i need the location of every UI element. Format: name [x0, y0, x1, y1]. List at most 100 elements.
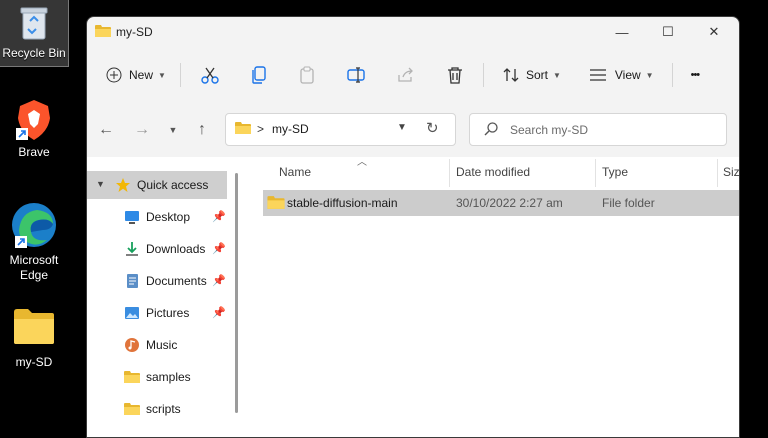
rename-button[interactable] [341, 59, 371, 91]
chevron-down-icon: ▼ [645, 70, 654, 80]
address-bar[interactable]: > my-SD ▼ ↻ [225, 113, 456, 146]
back-arrow-icon[interactable]: ← [95, 119, 117, 141]
content-area: ▼ Quick access Desktop 📌 Downloads 📌 Doc… [87, 157, 739, 437]
pin-icon: 📌 [212, 243, 226, 255]
up-arrow-icon[interactable]: ↑ [191, 119, 213, 141]
divider [179, 63, 181, 87]
sort-button[interactable]: Sort ▼ [496, 59, 567, 91]
minimize-button[interactable]: — [599, 17, 645, 47]
file-type: File folder [602, 196, 655, 210]
nav-label: Pictures [146, 306, 190, 320]
my-sd-label: my-SD [15, 355, 53, 369]
more-options-button[interactable]: ••• [685, 59, 706, 91]
download-icon [126, 242, 138, 256]
scissors-icon [201, 67, 219, 84]
cut-button[interactable] [195, 59, 225, 91]
desktop-icon [125, 211, 139, 224]
nav-item-music[interactable]: Music [87, 331, 227, 359]
pin-icon: 📌 [212, 211, 226, 223]
column-divider[interactable] [717, 159, 718, 187]
rename-icon [347, 67, 365, 83]
column-header-date-modified[interactable]: Date modified [456, 157, 530, 187]
music-icon [125, 338, 139, 352]
search-icon [483, 121, 499, 142]
table-row[interactable]: stable-diffusion-main 30/10/2022 2:27 am… [263, 190, 739, 216]
nav-item-documents[interactable]: Documents 📌 [87, 267, 227, 295]
close-button[interactable]: ✕ [691, 17, 737, 47]
copy-button[interactable] [245, 59, 273, 91]
pin-icon: 📌 [212, 275, 226, 287]
more-label: ••• [690, 69, 701, 81]
folder-icon [235, 121, 251, 140]
view-button[interactable]: View ▼ [583, 59, 660, 91]
edge-icon [12, 203, 56, 248]
nav-label: Music [146, 338, 178, 352]
navigation-scrollbar[interactable] [233, 157, 239, 437]
folder-icon [124, 371, 140, 383]
plus-circle-icon [106, 67, 122, 83]
navigation-pane: ▼ Quick access Desktop 📌 Downloads 📌 Doc… [87, 157, 230, 437]
column-divider[interactable] [449, 159, 450, 187]
scrollbar-thumb[interactable] [235, 173, 238, 413]
new-label: New [129, 68, 154, 82]
chevron-down-icon: ▼ [158, 70, 166, 80]
nav-label: Desktop [146, 210, 191, 224]
nav-item-downloads[interactable]: Downloads 📌 [87, 235, 227, 263]
column-header-size[interactable]: Size [723, 157, 739, 187]
breadcrumb-my-sd[interactable]: my-SD [272, 122, 309, 136]
recent-locations-chevron-icon[interactable]: ▼ [162, 119, 184, 141]
folder-icon [124, 403, 140, 415]
share-icon [398, 67, 413, 82]
search-placeholder: Search my-SD [510, 123, 589, 137]
divider [671, 63, 673, 87]
paste-icon [300, 66, 314, 84]
maximize-button[interactable]: ☐ [645, 17, 691, 47]
nav-item-scripts[interactable]: scripts [87, 395, 227, 423]
sort-icon [503, 68, 519, 82]
delete-button[interactable] [441, 59, 469, 91]
paste-button[interactable] [293, 59, 321, 91]
desktop-icon-my-sd[interactable]: my-SD [0, 306, 72, 370]
recycle-bin-label: Recycle Bin [2, 46, 66, 60]
new-button[interactable]: New ▼ [100, 59, 172, 91]
search-box[interactable]: Search my-SD [469, 113, 727, 146]
navigation-row: ← → ▼ ↑ > my-SD ▼ ↻ Search my-SD [87, 112, 739, 148]
command-bar: New ▼ Sort ▼ View ▼ ••• [87, 55, 739, 95]
column-header-name[interactable]: Name [279, 157, 311, 187]
column-divider[interactable] [595, 159, 596, 187]
desktop-icon-recycle-bin[interactable]: Recycle Bin [0, 0, 69, 67]
folder-icon [95, 24, 111, 43]
forward-arrow-icon[interactable]: → [131, 119, 153, 141]
file-explorer-window: my-SD — ☐ ✕ New ▼ Sort ▼ View ▼ ••• ← → … [86, 16, 740, 438]
recycle-bin-icon [20, 7, 48, 40]
nav-item-desktop[interactable]: Desktop 📌 [87, 203, 227, 231]
pictures-icon [125, 307, 139, 319]
nav-label: scripts [146, 402, 181, 416]
sort-ascending-icon: ︿ [357, 157, 367, 168]
desktop-icon-brave[interactable]: Brave [0, 98, 68, 160]
column-header-type[interactable]: Type [602, 157, 628, 187]
brave-icon [16, 100, 50, 140]
file-name: stable-diffusion-main [287, 196, 398, 210]
file-list: ︿ Name Date modified Type Size stable-di… [243, 157, 739, 437]
nav-label: Documents [146, 274, 207, 288]
chevron-down-icon[interactable]: ▼ [397, 122, 407, 133]
view-label: View [614, 68, 641, 82]
brave-label: Brave [18, 145, 50, 159]
view-list-icon [589, 69, 606, 81]
chevron-down-icon[interactable]: ▼ [96, 179, 105, 189]
share-button[interactable] [391, 59, 421, 91]
breadcrumb-separator: > [257, 122, 265, 136]
folder-icon [14, 309, 54, 344]
nav-item-quick-access[interactable]: ▼ Quick access [87, 171, 227, 199]
nav-label: Quick access [137, 178, 209, 192]
title-bar: my-SD — ☐ ✕ [87, 17, 739, 47]
refresh-icon[interactable]: ↻ [426, 119, 439, 137]
nav-item-pictures[interactable]: Pictures 📌 [87, 299, 227, 327]
nav-label: samples [146, 370, 191, 384]
nav-item-samples[interactable]: samples [87, 363, 227, 391]
divider [482, 63, 484, 87]
folder-icon [267, 196, 285, 209]
desktop-icon-edge[interactable]: Microsoft Edge [0, 200, 72, 283]
documents-icon [127, 274, 138, 288]
